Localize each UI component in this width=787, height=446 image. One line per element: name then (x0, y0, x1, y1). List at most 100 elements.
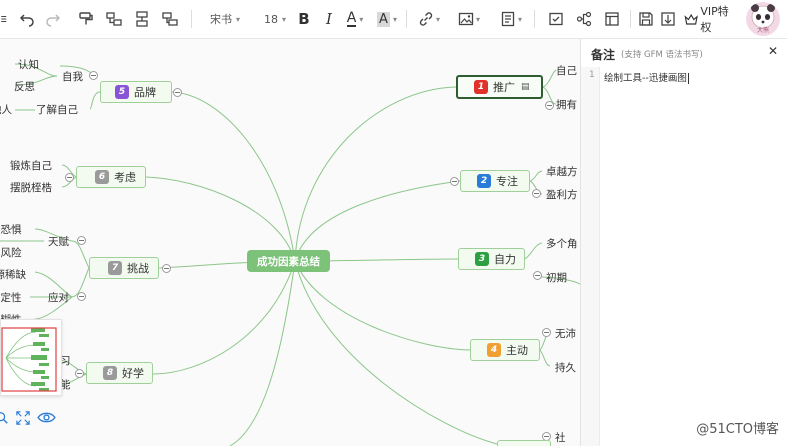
search-icon[interactable] (0, 410, 9, 426)
structure-icon[interactable] (574, 9, 594, 29)
mindmap-canvas[interactable]: 成功因素总结 1 推广 ▤ 自己 拥有 2 专注 卓越方 盈利方 3 自力 多个… (0, 39, 580, 446)
collapse-toggle[interactable] (65, 173, 74, 182)
topic-6[interactable]: 6 考虑 (76, 166, 146, 188)
menu-icon[interactable] (0, 9, 10, 29)
line-number: 1 (589, 70, 595, 80)
line-gutter (581, 67, 600, 446)
leaf-node[interactable]: 盈利方 (546, 183, 578, 205)
insert-subtopic-icon[interactable] (104, 9, 124, 29)
topic-5[interactable]: 5 品牌 (100, 81, 172, 103)
link-icon[interactable]: ▾ (416, 9, 442, 29)
leaf-node[interactable]: 资源稀缺 (0, 263, 26, 285)
collapse-toggle[interactable] (533, 271, 542, 280)
undo-icon[interactable] (17, 9, 37, 29)
leaf-node[interactable]: 自己 (556, 59, 577, 81)
topic-partial[interactable] (497, 440, 551, 446)
redo-icon[interactable] (43, 9, 63, 29)
format-painter-icon[interactable] (76, 9, 96, 29)
topic-1[interactable]: 1 推广 ▤ (456, 75, 543, 99)
leaf-node[interactable]: 初期 (546, 266, 567, 288)
topic-7[interactable]: 7 挑战 (89, 257, 159, 279)
minimap-preview (1, 327, 57, 392)
priority-5-icon: 5 (115, 85, 129, 99)
collapse-toggle[interactable] (77, 236, 86, 245)
bold-icon[interactable]: B (295, 9, 313, 29)
font-size-value: 18 (263, 12, 278, 26)
leaf-node[interactable]: 社 (555, 426, 566, 446)
leaf-node[interactable]: 认知 (18, 53, 39, 75)
note-icon[interactable]: ▾ (498, 9, 524, 29)
collapse-toggle[interactable] (545, 101, 554, 110)
avatar-label: 大熊 (756, 27, 769, 34)
italic-icon[interactable]: I (320, 9, 338, 29)
save-icon[interactable] (636, 9, 656, 29)
priority-8-icon: 8 (103, 366, 117, 380)
notes-panel-title: 备注 (591, 48, 616, 62)
leaf-node[interactable]: 无沛 (555, 322, 576, 344)
collapse-toggle[interactable] (162, 264, 171, 273)
close-icon[interactable]: ✕ (768, 44, 778, 58)
collapse-toggle[interactable] (173, 88, 182, 97)
note-editor[interactable]: 1 绘制工具--迅捷画图 (581, 67, 787, 446)
topic-4[interactable]: 4 主动 (470, 339, 540, 361)
notes-panel: 备注 (支持 GFM 语法书写) ✕ 1 绘制工具--迅捷画图 (580, 39, 787, 446)
notes-panel-subtitle: (支持 GFM 语法书写) (621, 50, 703, 60)
priority-6-icon: 6 (95, 170, 109, 184)
leaf-node[interactable]: 持久 (555, 356, 576, 378)
leaf-node[interactable]: 他人 (0, 98, 12, 120)
font-family-select[interactable]: 宋书 ▾ (204, 9, 246, 29)
task-icon[interactable] (546, 9, 566, 29)
crown-icon (684, 13, 698, 25)
font-color-icon[interactable]: A ▾ (343, 9, 367, 29)
priority-4-icon: 4 (487, 343, 501, 357)
layout-icon[interactable] (602, 9, 622, 29)
topic-2[interactable]: 2 专注 (460, 170, 530, 192)
export-icon[interactable] (660, 9, 676, 29)
leaf-node[interactable]: 多个角 (546, 232, 578, 254)
leaf-node[interactable]: 锻炼自己 (10, 154, 52, 176)
font-size-select[interactable]: 18 ▾ (260, 9, 290, 29)
leaf-node[interactable]: 应对 (48, 286, 69, 308)
priority-7-icon: 7 (108, 261, 122, 275)
leaf-node[interactable]: 天赋 (48, 230, 69, 252)
leaf-node[interactable]: 自我 (62, 65, 83, 87)
chevron-down-icon: ▾ (235, 14, 240, 24)
collapse-toggle[interactable] (542, 328, 551, 337)
avatar[interactable]: 大熊 (746, 2, 780, 36)
collapse-toggle[interactable] (450, 177, 459, 186)
leaf-node[interactable]: 确定性 (0, 286, 22, 308)
minimap[interactable] (0, 319, 62, 396)
leaf-node[interactable]: 摆脱桎梏 (10, 176, 52, 198)
leaf-node[interactable]: 了解自己 (36, 98, 78, 120)
leaf-node[interactable]: 反思 (14, 75, 35, 97)
highlight-color-icon[interactable]: A ▾ (375, 9, 399, 29)
topic-label: 挑战 (127, 262, 149, 275)
topic-3[interactable]: 3 自力 (458, 248, 525, 270)
leaf-node[interactable]: 拥有 (556, 93, 577, 115)
insert-sibling-icon[interactable] (132, 9, 152, 29)
image-icon[interactable]: ▾ (456, 9, 482, 29)
collapse-toggle[interactable] (532, 189, 541, 198)
leaf-node[interactable]: 对恐惧 (0, 218, 22, 240)
topic-label: 专注 (496, 175, 518, 188)
leaf-node[interactable]: 担风险 (0, 241, 22, 263)
collapse-toggle[interactable] (77, 292, 86, 301)
vip-button[interactable]: VIP特权 (684, 5, 738, 34)
chevron-down-icon: ▾ (281, 14, 286, 24)
collapse-toggle[interactable] (75, 369, 84, 378)
priority-2-icon: 2 (477, 174, 491, 188)
topic-8[interactable]: 8 好学 (86, 362, 153, 384)
center-topic[interactable]: 成功因素总结 (247, 250, 330, 272)
font-family-value: 宋书 (209, 13, 232, 26)
toolbar: 宋书 ▾ 18 ▾ B I A ▾ A ▾ ▾ ▾ ▾ VIP特权 大熊 (0, 0, 787, 39)
collapse-toggle[interactable] (89, 71, 98, 80)
topic-label: 品牌 (134, 86, 156, 99)
fullscreen-icon[interactable] (16, 410, 30, 426)
insert-parent-icon[interactable] (160, 9, 180, 29)
eye-icon[interactable] (37, 410, 57, 426)
topic-label: 自力 (494, 253, 516, 266)
leaf-node[interactable]: 卓越方 (546, 160, 578, 182)
note-text[interactable]: 绘制工具--迅捷画图 (604, 70, 689, 84)
topic-label: 主动 (506, 344, 528, 357)
vip-label: VIP特权 (700, 5, 729, 34)
